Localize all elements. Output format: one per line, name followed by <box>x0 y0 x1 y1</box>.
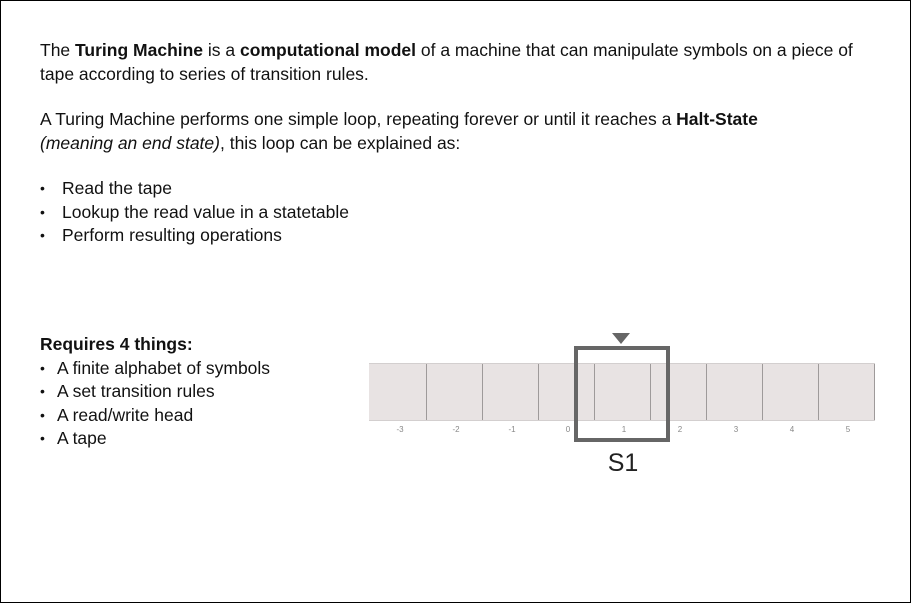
intro-paragraph-1: The Turing Machine is a computational mo… <box>40 40 853 84</box>
list-item: A set transition rules <box>40 380 270 404</box>
list-item: Perform resulting operations <box>40 224 880 248</box>
list-item: A tape <box>40 427 270 451</box>
tape-cell-divider <box>706 364 707 420</box>
tape-cell-divider <box>874 364 875 420</box>
intro-text: The Turing Machine is a computational mo… <box>40 38 880 248</box>
slide-frame: The Turing Machine is a computational mo… <box>0 0 911 603</box>
requirements-block: Requires 4 things: A finite alphabet of … <box>40 333 270 451</box>
tape-index-label: -1 <box>508 425 516 434</box>
read-write-head <box>574 346 670 442</box>
tape-index-label: -2 <box>452 425 460 434</box>
list-item: Read the tape <box>40 177 880 201</box>
head-state-label: S1 <box>607 449 639 477</box>
tape-index-label: 0 <box>565 425 571 434</box>
tape-index-label: -3 <box>396 425 404 434</box>
tape-cell-divider <box>762 364 763 420</box>
requirements-list: A finite alphabet of symbols A set trans… <box>40 357 270 451</box>
tape-index-label: 5 <box>845 425 851 434</box>
tape-index-label: 2 <box>677 425 683 434</box>
tape-index-label: 4 <box>789 425 795 434</box>
head-pointer-icon <box>612 333 630 344</box>
loop-steps-list: Read the tape Lookup the read value in a… <box>40 177 880 248</box>
intro-paragraph-2: A Turing Machine performs one simple loo… <box>40 109 758 153</box>
tape-cell-divider <box>482 364 483 420</box>
tape-cell-divider <box>538 364 539 420</box>
tape-cell-divider <box>426 364 427 420</box>
requirements-heading: Requires 4 things: <box>40 334 193 354</box>
tape-cell-divider <box>818 364 819 420</box>
list-item: A read/write head <box>40 404 270 428</box>
tape-index-label: 3 <box>733 425 739 434</box>
list-item: Lookup the read value in a statetable <box>40 201 880 225</box>
list-item: A finite alphabet of symbols <box>40 357 270 381</box>
